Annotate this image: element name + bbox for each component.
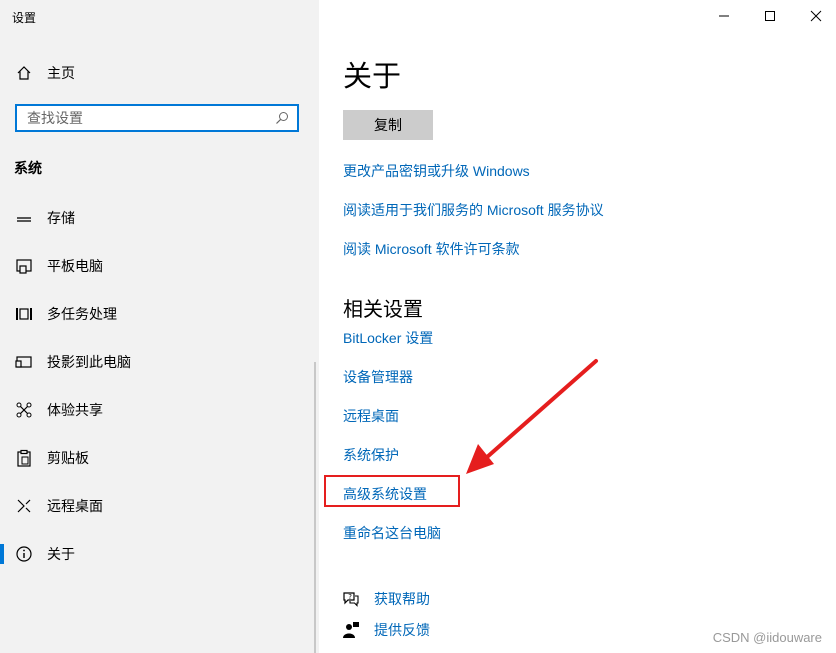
annotation-arrow [466,359,598,474]
watermark: CSDN @iidouware [712,630,822,645]
